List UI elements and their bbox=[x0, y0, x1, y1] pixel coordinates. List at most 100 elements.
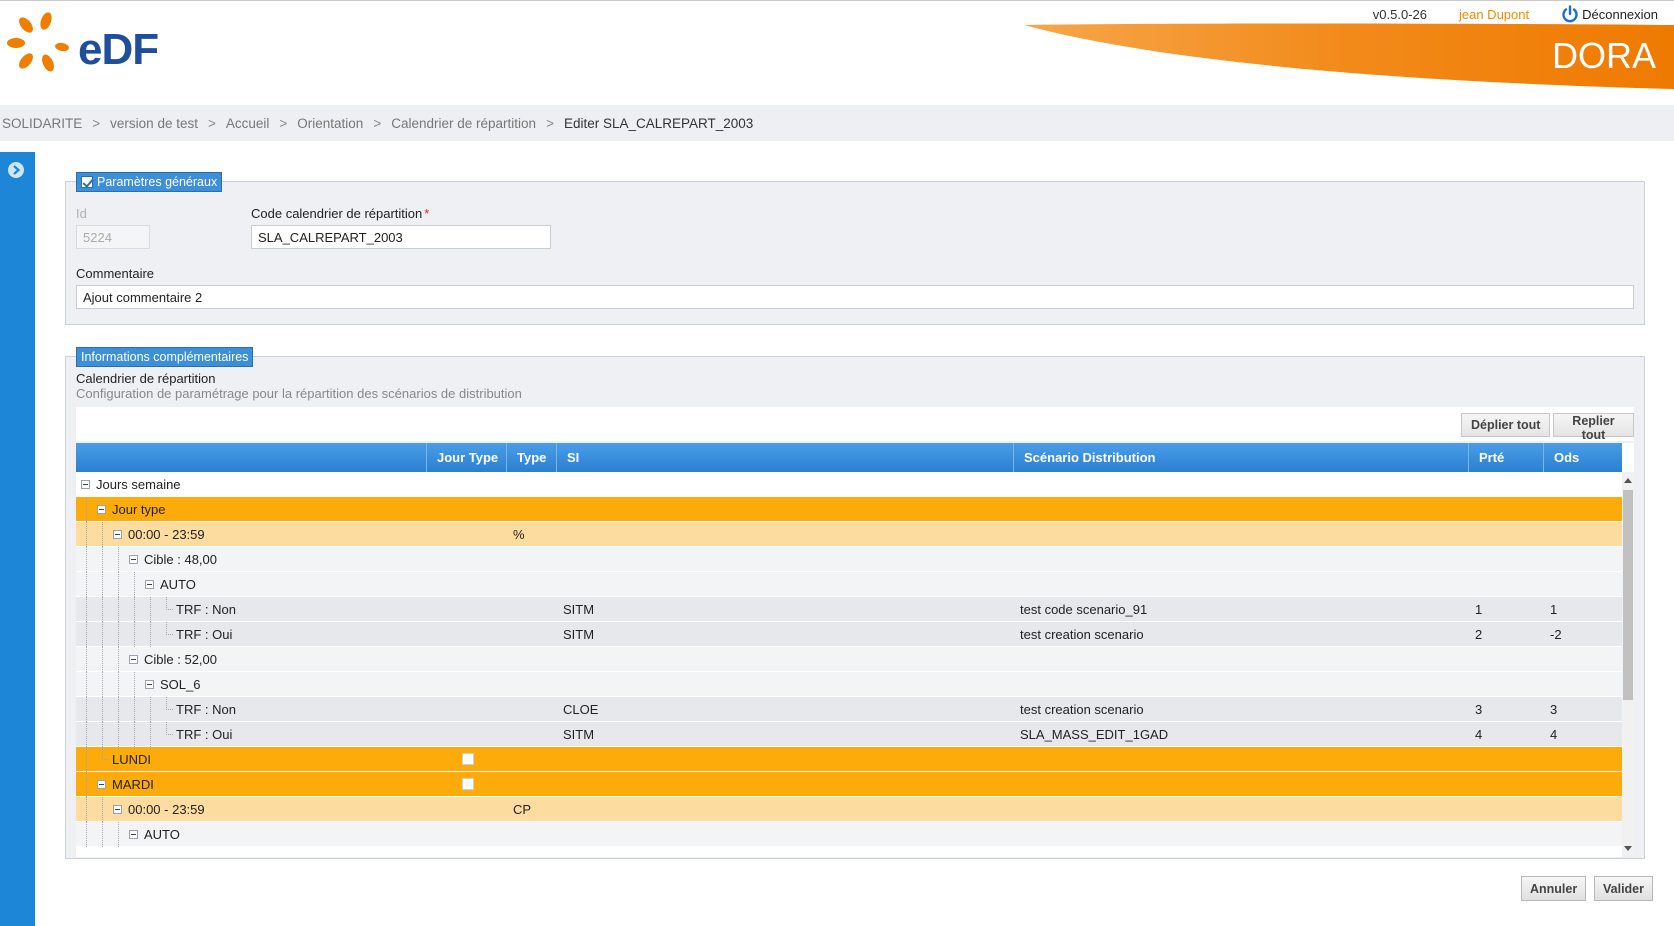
collapse-toggle-icon[interactable] bbox=[145, 680, 154, 689]
jour-type-cell bbox=[427, 772, 507, 797]
table-row[interactable]: SOL_6 bbox=[76, 672, 1622, 697]
breadcrumb-item[interactable]: version de test bbox=[110, 116, 198, 131]
prte-cell bbox=[1469, 822, 1544, 847]
tree-node-label: 00:00 - 23:59 bbox=[128, 802, 205, 817]
scenario-cell bbox=[1014, 572, 1469, 597]
column-header-prte[interactable]: Prté bbox=[1469, 443, 1544, 472]
collapse-toggle-icon[interactable] bbox=[145, 580, 154, 589]
table-row[interactable]: Jour type bbox=[76, 497, 1622, 522]
breadcrumb-item[interactable]: Calendrier de répartition bbox=[391, 116, 536, 131]
collapse-toggle-icon[interactable] bbox=[113, 530, 122, 539]
scenario-cell bbox=[1014, 772, 1469, 797]
jour-type-checkbox[interactable] bbox=[462, 753, 474, 765]
calendar-title: Calendrier de répartition bbox=[76, 371, 216, 386]
scenario-cell: test creation scenario bbox=[1020, 702, 1144, 717]
type-cell bbox=[507, 597, 557, 622]
table-row[interactable]: MARDI bbox=[76, 772, 1622, 797]
chevron-right-icon bbox=[13, 165, 21, 175]
scroll-thumb[interactable] bbox=[1623, 490, 1633, 700]
type-cell bbox=[507, 672, 557, 697]
column-header-scenario[interactable]: Scénario Distribution bbox=[1014, 443, 1469, 472]
si-cell bbox=[557, 647, 1014, 672]
logout-label: Déconnexion bbox=[1582, 6, 1658, 22]
table-row[interactable]: 00:00 - 23:59% bbox=[76, 522, 1622, 547]
breadcrumb-item[interactable]: SOLIDARITE bbox=[2, 116, 82, 131]
collapse-toggle-icon[interactable] bbox=[97, 505, 106, 514]
table-row[interactable]: AUTO bbox=[76, 572, 1622, 597]
table-row[interactable]: Cible : 48,00 bbox=[76, 547, 1622, 572]
tree-guide-line bbox=[102, 547, 103, 572]
general-parameters-legend[interactable]: Paramètres généraux bbox=[76, 172, 223, 192]
tree-guide-line bbox=[86, 822, 87, 847]
tree-guide-line bbox=[102, 672, 103, 697]
jour-type-cell bbox=[427, 597, 507, 622]
scenario-cell bbox=[1014, 522, 1469, 547]
table-row[interactable]: TRF : Oui SITM SLA_MASS_EDIT_1GAD 4 4 bbox=[76, 722, 1622, 747]
code-field[interactable] bbox=[251, 225, 551, 249]
user-name[interactable]: jean Dupont bbox=[1459, 7, 1529, 22]
column-header-type[interactable]: Type bbox=[507, 443, 557, 472]
table-row[interactable]: Jours semaine bbox=[76, 472, 1622, 497]
prte-cell bbox=[1469, 547, 1544, 572]
ods-cell bbox=[1544, 647, 1622, 672]
collapse-toggle-icon[interactable] bbox=[97, 780, 106, 789]
scroll-down-icon[interactable] bbox=[1624, 846, 1632, 851]
si-cell bbox=[557, 797, 1014, 822]
comment-field[interactable] bbox=[76, 285, 1634, 309]
tree-cell: TRF : Non bbox=[76, 697, 427, 722]
table-row[interactable]: Cible : 52,00 bbox=[76, 647, 1622, 672]
calendar-description: Configuration de paramétrage pour la rép… bbox=[76, 386, 522, 401]
ods-cell: -2 bbox=[1550, 627, 1562, 642]
breadcrumb-current: Editer SLA_CALREPART_2003 bbox=[563, 115, 754, 131]
expand-all-button[interactable]: Déplier tout bbox=[1461, 413, 1551, 437]
table-row[interactable]: LUNDI bbox=[76, 747, 1622, 772]
collapse-toggle-icon[interactable] bbox=[81, 480, 90, 489]
tree-guide-line bbox=[86, 622, 87, 647]
prte-cell bbox=[1469, 497, 1544, 522]
distribution-tree-grid: Jour Type Type SI Scénario Distribution … bbox=[76, 443, 1634, 857]
jour-type-checkbox[interactable] bbox=[462, 778, 474, 790]
collapse-toggle-icon[interactable] bbox=[129, 655, 138, 664]
collapse-toggle-icon[interactable] bbox=[129, 555, 138, 564]
collapse-all-button[interactable]: Replier tout bbox=[1553, 413, 1634, 442]
tree-branch-line bbox=[166, 734, 173, 735]
cancel-button[interactable]: Annuler bbox=[1521, 876, 1587, 901]
logout-button[interactable]: Déconnexion bbox=[1561, 5, 1658, 23]
column-header-ods[interactable]: Ods bbox=[1544, 443, 1622, 472]
column-header-tree[interactable] bbox=[76, 443, 427, 472]
table-row[interactable]: TRF : Non SITM test code scenario_91 1 1 bbox=[76, 597, 1622, 622]
breadcrumb-separator: > bbox=[207, 115, 216, 131]
tree-guide-line bbox=[134, 697, 135, 722]
jour-type-cell bbox=[427, 622, 507, 647]
collapse-checkbox-icon[interactable] bbox=[81, 176, 93, 188]
prte-cell bbox=[1469, 797, 1544, 822]
column-header-jour-type[interactable]: Jour Type bbox=[427, 443, 507, 472]
table-row[interactable]: 00:00 - 23:59 CP bbox=[76, 797, 1622, 822]
column-header-si[interactable]: SI bbox=[557, 443, 1014, 472]
scenario-cell: test creation scenario bbox=[1020, 627, 1144, 642]
ods-cell bbox=[1544, 572, 1622, 597]
si-cell bbox=[557, 572, 1014, 597]
collapse-toggle-icon[interactable] bbox=[129, 830, 138, 839]
type-cell bbox=[507, 472, 557, 497]
tree-guide-line bbox=[102, 697, 103, 722]
grid-body: Jours semaine Jour type 00:00 - 23:59% Cibl… bbox=[76, 472, 1622, 847]
complementary-info-legend[interactable]: Informations complémentaires bbox=[76, 347, 254, 367]
ods-cell: 3 bbox=[1550, 702, 1558, 717]
table-row[interactable]: TRF : Oui SITM test creation scenario 2 -2 bbox=[76, 622, 1622, 647]
sidebar-expand-button[interactable] bbox=[8, 162, 24, 178]
type-cell bbox=[507, 772, 557, 797]
breadcrumb-item[interactable]: Accueil bbox=[226, 116, 270, 131]
table-row[interactable]: AUTO bbox=[76, 822, 1622, 847]
tree-guide-line bbox=[118, 722, 119, 747]
scroll-up-icon[interactable] bbox=[1624, 478, 1632, 483]
breadcrumb-item[interactable]: Orientation bbox=[297, 116, 363, 131]
prte-cell: 3 bbox=[1475, 702, 1483, 717]
validate-button[interactable]: Valider bbox=[1594, 876, 1653, 901]
table-row[interactable]: TRF : Non CLOE test creation scenario 3 3 bbox=[76, 697, 1622, 722]
si-cell bbox=[557, 772, 1014, 797]
grid-scrollbar[interactable] bbox=[1622, 472, 1634, 857]
type-cell bbox=[507, 622, 557, 647]
collapse-toggle-icon[interactable] bbox=[113, 805, 122, 814]
scenario-cell bbox=[1014, 747, 1469, 772]
